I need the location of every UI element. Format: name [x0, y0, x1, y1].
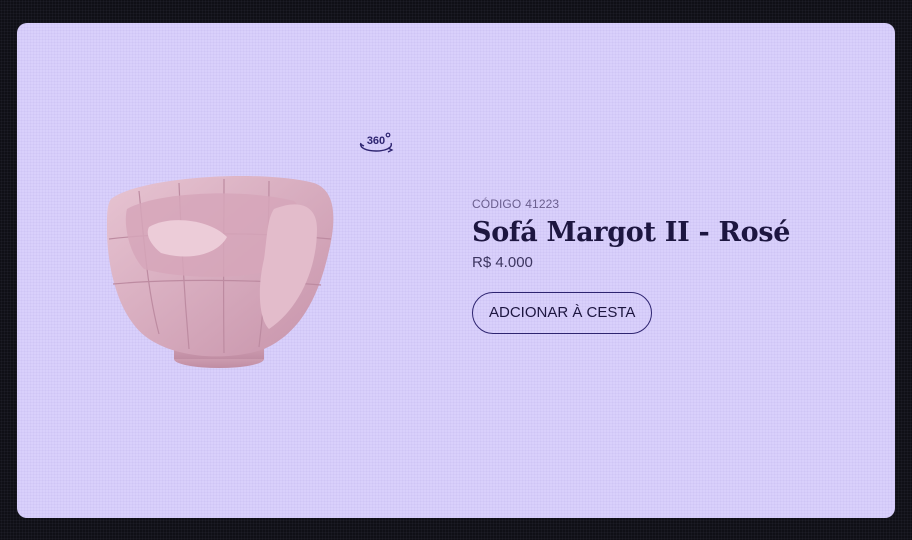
- product-code-value: 41223: [525, 197, 560, 211]
- add-to-cart-button[interactable]: ADCIONAR À CESTA: [472, 292, 653, 334]
- svg-text:360: 360: [367, 135, 385, 147]
- pink-armchair-image: [99, 169, 344, 374]
- rotate-360-icon[interactable]: 360: [357, 129, 395, 157]
- product-info: CÓDIGO 41223 Sofá Margot II - Rosé R$ 4.0…: [472, 197, 790, 334]
- product-code-label: CÓDIGO: [472, 197, 522, 211]
- product-price: R$ 4.000: [472, 254, 533, 271]
- product-card: 360 CÓDIGO 41223 Sofá Margot II - Rosé R…: [17, 23, 895, 518]
- product-title: Sofá Margot II - Rosé: [472, 217, 791, 248]
- product-code: CÓDIGO 41223: [472, 197, 790, 211]
